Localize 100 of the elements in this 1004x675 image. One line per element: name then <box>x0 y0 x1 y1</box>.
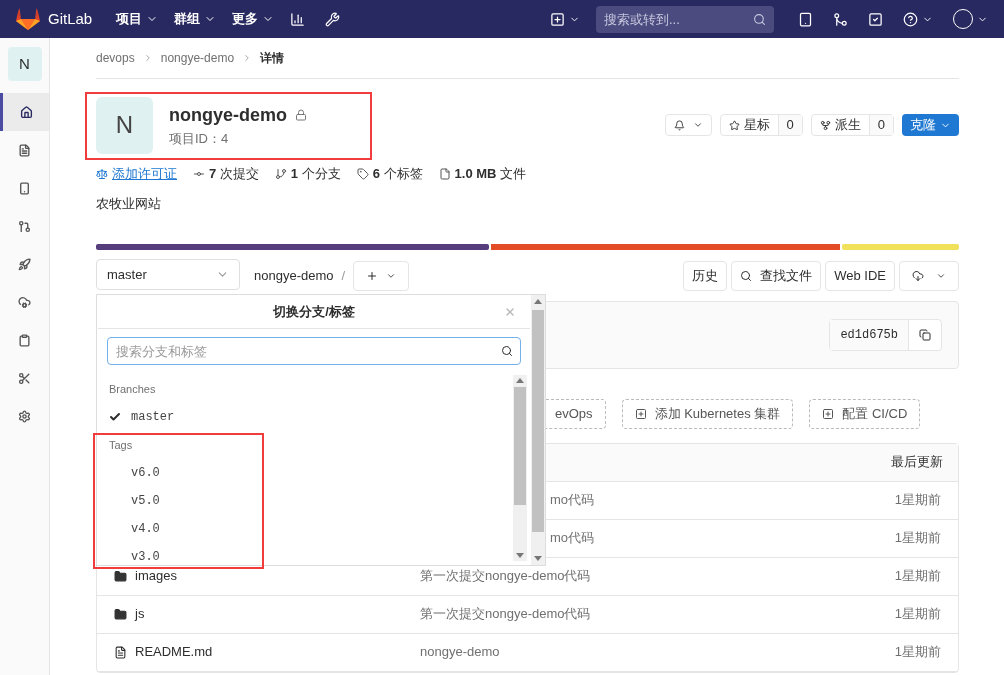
file-name[interactable]: README.md <box>135 642 213 662</box>
search-field[interactable]: 搜索分支和标签 <box>107 337 521 365</box>
dropdown-item[interactable]: master <box>109 403 513 431</box>
wrench-icon[interactable] <box>325 11 341 27</box>
commit-message[interactable]: 第一次提交nongye-demo代码 <box>420 568 591 584</box>
merge-request-icon[interactable] <box>833 11 848 27</box>
path-separator: / <box>341 266 346 285</box>
chart-icon[interactable] <box>290 11 306 27</box>
clone-button[interactable]: 克隆 <box>902 114 959 136</box>
commit-sha[interactable]: ed1d675b <box>830 319 908 350</box>
scroll-down-icon[interactable] <box>534 556 542 561</box>
stat-text[interactable]: 7 次提交 <box>209 164 259 184</box>
fork-count: 0 <box>868 115 893 135</box>
search-icon <box>753 12 766 26</box>
file-icon <box>18 143 31 157</box>
device-icon[interactable] <box>798 11 813 27</box>
project-title: nongye-demo <box>169 103 287 127</box>
quick-action-button[interactable]: 配置 CI/CD <box>809 398 921 429</box>
toolbar-button[interactable]: Web IDE <box>825 260 895 291</box>
sidebar-item[interactable] <box>0 93 49 131</box>
project-avatar: N <box>96 96 153 154</box>
stat-text[interactable]: 6 个标签 <box>372 164 423 184</box>
stat-text[interactable]: 1.0 MB 文件 <box>454 164 527 184</box>
scrollbar[interactable] <box>513 375 527 561</box>
section-label: Branches <box>109 381 157 397</box>
scroll-up-icon[interactable] <box>516 378 524 383</box>
section-label: Tags <box>109 437 134 453</box>
file-icon <box>114 645 127 659</box>
fox-logo-icon <box>16 8 40 30</box>
toolbar-button[interactable]: 查找文件 <box>731 260 822 291</box>
scale-icon <box>96 168 108 180</box>
commit-time: 1星期前 <box>894 605 941 624</box>
notification-button[interactable] <box>664 114 712 136</box>
scroll-down-icon[interactable] <box>516 553 524 558</box>
dropdown-item[interactable]: v4.0 <box>109 515 513 543</box>
settings-icon <box>18 409 31 423</box>
bell-icon <box>673 119 685 131</box>
device-icon <box>18 181 31 195</box>
search-icon <box>501 345 513 357</box>
folder-icon <box>114 569 127 583</box>
fork-icon <box>819 119 831 131</box>
commit-message[interactable]: mo代码 <box>550 492 595 508</box>
column-header: 最后更新 <box>891 453 943 472</box>
dropdown-item[interactable]: v6.0 <box>109 459 513 487</box>
clipboard-icon <box>18 333 31 347</box>
commit-time: 1星期前 <box>894 491 941 510</box>
help-button[interactable] <box>903 11 933 27</box>
dropdown-item[interactable]: v3.0 <box>109 543 513 565</box>
file-name[interactable]: js <box>135 604 145 624</box>
tag-icon <box>356 168 369 180</box>
star-icon <box>728 119 740 131</box>
project-avatar[interactable]: N <box>7 47 42 81</box>
commit-time: 1星期前 <box>894 567 941 586</box>
scroll-up-icon[interactable] <box>534 299 542 304</box>
breadcrumb-link[interactable]: 详情 <box>260 49 285 67</box>
commit-time: 1星期前 <box>894 529 941 548</box>
repo-path[interactable]: nongye-demo <box>254 265 334 286</box>
copy-icon <box>919 328 931 341</box>
commit-message[interactable]: nongye-demo <box>420 644 500 660</box>
chevron-down-icon <box>692 120 703 130</box>
merge-request-icon <box>18 219 31 233</box>
breadcrumb-link[interactable]: nongye-demo <box>160 49 235 67</box>
stat-text[interactable]: 1 个分支 <box>290 164 341 184</box>
file-icon <box>438 168 451 180</box>
search-field[interactable]: 搜索或转到... <box>596 5 774 33</box>
search-icon <box>740 269 753 282</box>
todo-icon[interactable] <box>868 11 883 27</box>
file-name[interactable]: images <box>135 566 177 586</box>
help-icon <box>903 11 918 27</box>
nav-menu[interactable]: 项目 <box>116 9 159 29</box>
scrollbar[interactable] <box>531 295 545 565</box>
commit-message[interactable]: mo代码 <box>550 530 595 546</box>
download-button[interactable] <box>899 260 959 291</box>
commit-message[interactable]: 第一次提交nongye-demo代码 <box>420 606 591 622</box>
cloud-download-icon <box>912 269 924 282</box>
breadcrumb-link[interactable]: devops <box>96 49 135 67</box>
quick-action-button[interactable]: 添加 Kubernetes 集群 <box>621 398 794 429</box>
fork-button[interactable]: 派生 0 <box>810 114 894 136</box>
plus-icon <box>550 11 565 27</box>
license-link[interactable]: 添加许可证 <box>112 164 177 184</box>
branch-icon <box>274 168 287 180</box>
star-label: 星标 <box>743 116 770 135</box>
project-description: 农牧业网站 <box>96 195 162 213</box>
star-count: 0 <box>777 115 802 135</box>
dropdown-item[interactable]: v5.0 <box>109 487 513 515</box>
plus-icon <box>634 407 647 420</box>
star-button[interactable]: 星标 0 <box>719 114 803 136</box>
commit-time: 1星期前 <box>894 643 941 662</box>
plus-icon <box>366 269 379 282</box>
fork-label: 派生 <box>834 116 861 135</box>
branch-select[interactable]: master <box>96 259 240 290</box>
dropdown-title: 切换分支/标签 <box>273 302 355 321</box>
folder-icon <box>114 607 127 621</box>
nav-menu[interactable]: 群组 <box>174 9 217 29</box>
nav-menu[interactable]: 更多 <box>232 9 275 29</box>
home-icon <box>19 105 33 119</box>
rocket-icon <box>18 257 31 271</box>
new-button[interactable] <box>550 11 580 27</box>
brand-name[interactable]: GitLab <box>48 7 93 31</box>
toolbar-button[interactable]: 历史 <box>683 260 728 291</box>
